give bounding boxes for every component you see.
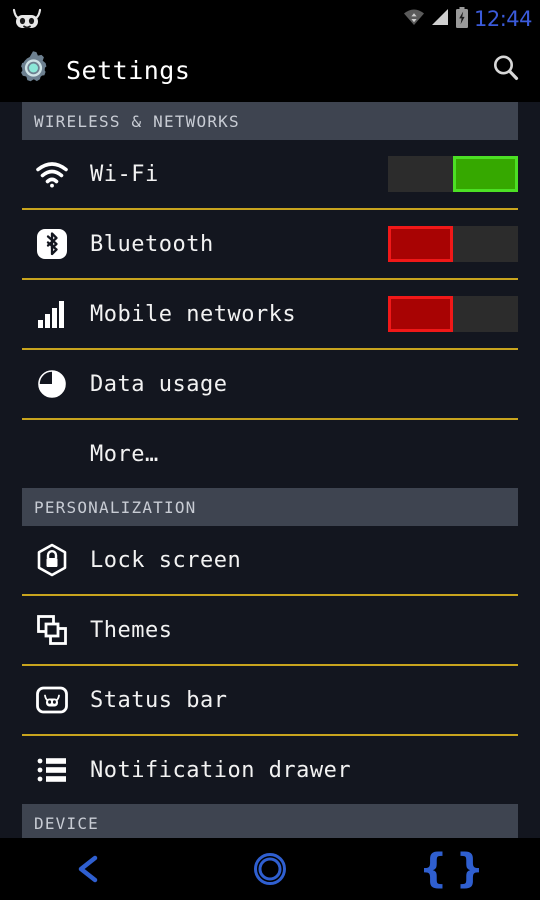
navigation-bar: { } bbox=[0, 838, 540, 900]
settings-row[interactable]: Lock screen bbox=[0, 526, 540, 594]
settings-row-label: Mobile networks bbox=[90, 301, 297, 327]
toggle-left-half bbox=[388, 296, 453, 332]
toggle-left-half bbox=[388, 156, 453, 192]
recents-button[interactable]: { } bbox=[360, 838, 540, 900]
settings-row[interactable]: Status bar bbox=[0, 666, 540, 734]
home-circle-icon[interactable] bbox=[180, 838, 360, 900]
settings-row-label: More… bbox=[90, 441, 159, 467]
signal-bars-icon bbox=[32, 294, 72, 334]
toggle-left-half bbox=[388, 226, 453, 262]
settings-list[interactable]: WIRELESS & NETWORKS Wi-Fi Bluetooth Mobi… bbox=[0, 102, 540, 838]
settings-row-label: Wi-Fi bbox=[90, 161, 159, 187]
back-arrow-icon[interactable] bbox=[0, 838, 180, 900]
cellular-signal-icon bbox=[430, 7, 450, 31]
settings-row[interactable]: Bluetooth bbox=[0, 210, 540, 278]
toggle-switch-on[interactable] bbox=[388, 156, 518, 192]
section-header: PERSONALIZATION bbox=[22, 488, 518, 526]
settings-row-label: Status bar bbox=[90, 687, 228, 713]
settings-row-label: Lock screen bbox=[90, 547, 242, 573]
notification-list-icon bbox=[32, 750, 72, 790]
phone-screen: 12:44 Settings WIRELESS & NETWORKS Wi-Fi… bbox=[0, 0, 540, 900]
recents-braces-icon: { } bbox=[419, 846, 484, 892]
wifi-signal-icon bbox=[403, 7, 425, 31]
settings-row[interactable]: Themes bbox=[0, 596, 540, 664]
toggle-right-half bbox=[453, 296, 518, 332]
settings-row-label: Data usage bbox=[90, 371, 228, 397]
themes-icon bbox=[32, 610, 72, 650]
section-header-label: DEVICE bbox=[34, 813, 99, 833]
cyanogenmod-logo-icon bbox=[10, 7, 44, 31]
toggle-right-half bbox=[453, 226, 518, 262]
settings-gear-icon bbox=[13, 48, 53, 92]
toggle-right-half bbox=[453, 156, 518, 192]
page-title: Settings bbox=[66, 55, 191, 85]
section-header: WIRELESS & NETWORKS bbox=[22, 102, 518, 140]
wifi-icon bbox=[32, 154, 72, 194]
toggle-switch-off[interactable] bbox=[388, 296, 518, 332]
pie-chart-icon bbox=[32, 364, 72, 404]
section-header: DEVICE bbox=[22, 804, 518, 838]
settings-row[interactable]: More… bbox=[0, 420, 540, 488]
status-clock: 12:44 bbox=[473, 7, 533, 31]
status-bar-icon bbox=[32, 680, 72, 720]
settings-row-label: Bluetooth bbox=[90, 231, 214, 257]
settings-row-label: Notification drawer bbox=[90, 757, 352, 783]
settings-row[interactable]: Data usage bbox=[0, 350, 540, 418]
settings-row[interactable]: Mobile networks bbox=[0, 280, 540, 348]
search-icon[interactable] bbox=[490, 52, 522, 88]
settings-row-label: Themes bbox=[90, 617, 173, 643]
status-bar: 12:44 bbox=[0, 0, 540, 38]
toggle-switch-off[interactable] bbox=[388, 226, 518, 262]
lock-icon bbox=[32, 540, 72, 580]
section-header-label: PERSONALIZATION bbox=[34, 497, 197, 517]
bluetooth-icon bbox=[32, 224, 72, 264]
battery-charging-icon bbox=[455, 6, 469, 32]
settings-row[interactable]: Wi-Fi bbox=[0, 140, 540, 208]
settings-row[interactable]: Notification drawer bbox=[0, 736, 540, 804]
action-bar: Settings bbox=[0, 38, 540, 102]
section-header-label: WIRELESS & NETWORKS bbox=[34, 111, 240, 131]
status-icons: 12:44 bbox=[403, 6, 533, 32]
